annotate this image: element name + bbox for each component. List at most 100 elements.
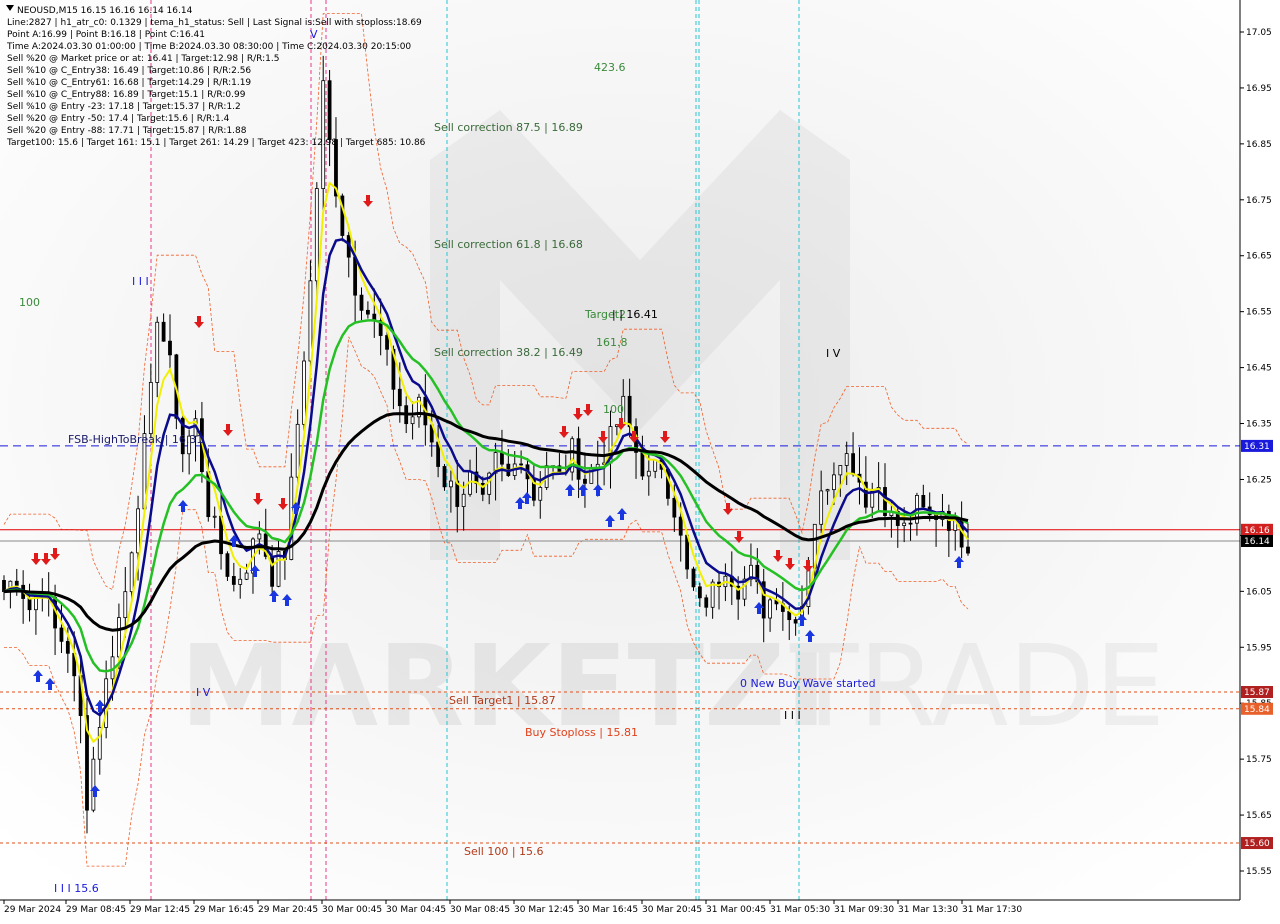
info-line: Target100: 15.6 | Target 161: 15.1 | Tar…	[6, 138, 426, 148]
candle-body	[538, 487, 543, 501]
x-tick-label: 31 Mar 13:30	[898, 905, 958, 915]
info-line: Point A:16.99 | Point B:16.18 | Point C:…	[7, 30, 205, 40]
price-badge-label: 16.16	[1244, 526, 1270, 536]
fib-100-label: 100	[603, 403, 624, 416]
candle-body	[704, 597, 709, 608]
candle-body	[27, 598, 32, 611]
candle-body	[519, 463, 524, 466]
candle-body	[155, 321, 160, 383]
x-tick-label: 31 Mar 09:30	[834, 905, 894, 915]
candle-body	[129, 552, 134, 593]
candle-body	[314, 188, 319, 282]
x-tick-label: 29 Mar 08:45	[66, 905, 126, 915]
sell-correction-618-label: Sell correction 61.8 | 16.68	[434, 238, 583, 251]
y-tick-label: 16.85	[1246, 140, 1272, 150]
candle-body	[461, 493, 466, 507]
wave-iv-left-label: I V	[196, 686, 211, 699]
candle-body	[14, 580, 19, 586]
candle-body	[838, 465, 843, 476]
info-line: Sell %10 @ C_Entry61: 16.68 | Target:14.…	[7, 78, 251, 88]
symbol-line: NEOUSD,M15 16.15 16.16 16.14 16.14	[17, 6, 193, 16]
candle-body	[353, 256, 358, 296]
x-tick-label: 29 Mar 12:45	[130, 905, 190, 915]
svg-text:MARKETZI: MARKETZI	[180, 622, 827, 752]
candle-body	[672, 497, 677, 518]
candle-body	[500, 452, 504, 465]
x-tick-label: 30 Mar 12:45	[514, 905, 574, 915]
y-tick-label: 16.25	[1246, 475, 1272, 485]
candle-body	[225, 553, 230, 577]
x-tick-label: 29 Mar 20:45	[258, 905, 318, 915]
candle-body	[627, 395, 632, 428]
price-badge-label: 15.87	[1244, 688, 1270, 698]
candle-body	[832, 474, 836, 491]
sell-target1-label: Sell Target1 | 15.87	[449, 694, 556, 707]
left-100-label: 100	[19, 296, 40, 309]
candle-body	[397, 388, 402, 407]
candle-body	[691, 568, 696, 588]
sell-100-label: Sell 100 | 15.6	[464, 845, 544, 858]
y-tick-label: 16.75	[1246, 196, 1272, 206]
candle-body	[65, 640, 70, 654]
info-line: Sell %20 @ Market price or at: 16.41 | T…	[7, 54, 279, 64]
fib-1618-label: 161.8	[596, 336, 628, 349]
candle-body	[583, 478, 587, 484]
candle-body	[678, 516, 683, 536]
x-tick-label: 30 Mar 20:45	[642, 905, 702, 915]
candle-body	[117, 617, 121, 658]
y-tick-label: 15.75	[1246, 755, 1272, 765]
y-tick-label: 15.65	[1246, 811, 1272, 821]
info-line: Line:2827 | h1_atr_c0: 0.1329 | tema_h1_…	[7, 18, 422, 28]
candle-body	[123, 591, 128, 619]
y-tick-label: 16.45	[1246, 364, 1272, 374]
x-tick-label: 30 Mar 08:45	[450, 905, 510, 915]
wave-iii-bottom-label: I I I 15.6	[54, 882, 99, 895]
candle-body	[844, 453, 849, 466]
candle-body	[653, 459, 658, 472]
candle-body	[385, 335, 389, 350]
price-badge-label: 16.14	[1244, 537, 1270, 547]
buy-stoploss-label: Buy Stoploss | 15.81	[525, 726, 638, 739]
chart-canvas: MARKETZI TRADE Sell correction 87.5 | 16…	[0, 0, 1280, 920]
y-tick-label: 16.65	[1246, 252, 1272, 262]
chart: MARKETZI TRADE Sell correction 87.5 | 16…	[0, 0, 1280, 920]
candle-body	[793, 619, 798, 624]
candle-body	[697, 586, 702, 599]
y-tick-label: 15.55	[1246, 867, 1272, 877]
info-line: Sell %10 @ C_Entry88: 16.89 | Target:15.…	[7, 90, 246, 100]
y-tick-label: 16.95	[1246, 84, 1272, 94]
candle-body	[819, 490, 824, 525]
candle-body	[442, 466, 447, 488]
candle-body	[768, 599, 772, 619]
candle-body	[908, 522, 913, 525]
candle-body	[308, 280, 313, 362]
wave-iii-right-label: I I I	[784, 709, 801, 722]
x-tick-label: 29 Mar 2024	[4, 905, 61, 915]
candle-body	[787, 611, 792, 621]
x-tick-label: 31 Mar 00:45	[706, 905, 766, 915]
candle-body	[646, 470, 651, 477]
candle-body	[244, 572, 249, 580]
wave-iii-top-label: I I I	[132, 275, 149, 288]
fib-423-label: 423.6	[594, 61, 626, 74]
candle-body	[710, 581, 715, 608]
fsb-high-label: FSB-HighToBreak | 16.31	[68, 433, 203, 446]
candle-body	[148, 382, 153, 435]
sell-correction-382-label: Sell correction 38.2 | 16.49	[434, 346, 583, 359]
info-line: Sell %20 @ Entry -88: 17.71 | Target:15.…	[7, 126, 247, 136]
y-tick-label: 17.05	[1246, 28, 1272, 38]
price-badge-label: 15.60	[1244, 839, 1270, 849]
candle-body	[902, 522, 907, 526]
candle-body	[825, 489, 830, 492]
y-tick-label: 16.35	[1246, 420, 1272, 430]
price-badge-label: 16.31	[1244, 442, 1270, 452]
candle-body	[327, 80, 332, 140]
y-tick-label: 16.55	[1246, 308, 1272, 318]
candle-body	[161, 321, 166, 342]
candle-body	[168, 340, 172, 356]
info-line: Sell %20 @ Entry -50: 17.4 | Target:15.6…	[7, 114, 230, 124]
x-tick-label: 29 Mar 16:45	[194, 905, 254, 915]
candle-body	[212, 515, 217, 518]
candle-body	[576, 438, 581, 480]
info-line: Time A:2024.03.30 01:00:00 | Time B:2024…	[6, 42, 411, 52]
